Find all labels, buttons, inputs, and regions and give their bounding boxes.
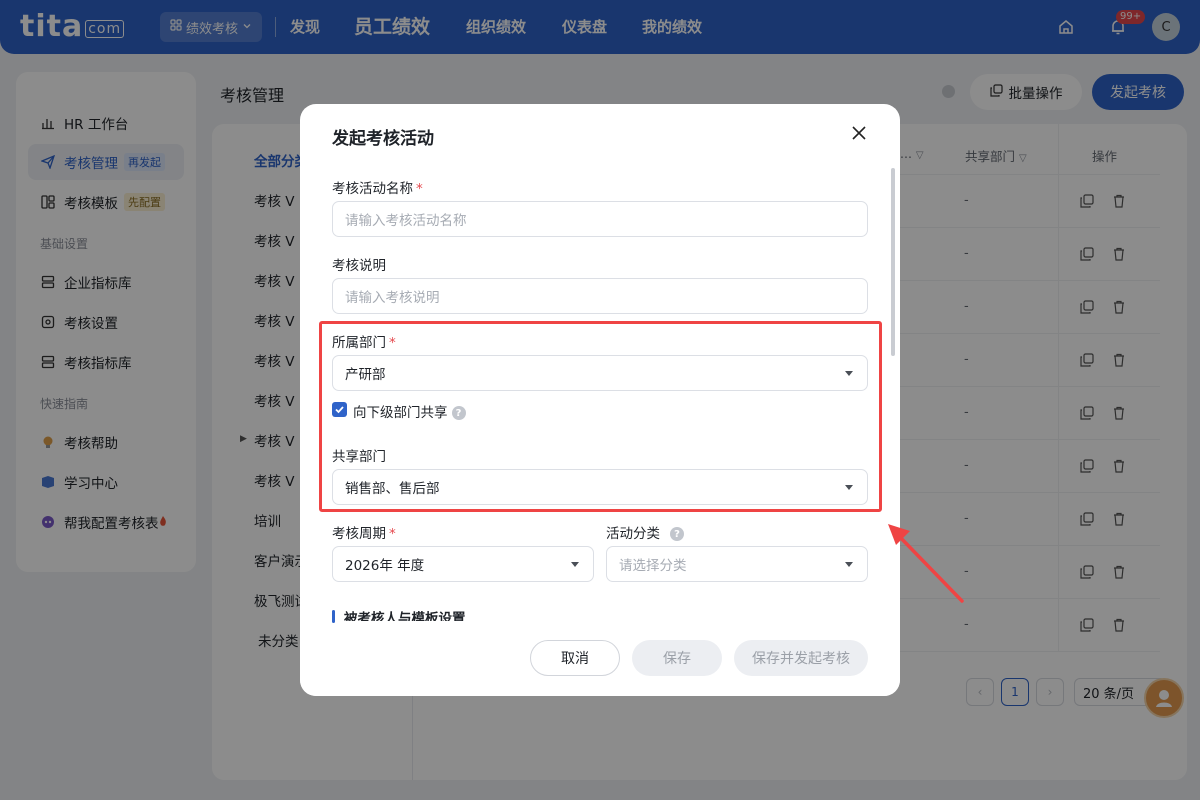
question-icon: ? — [670, 527, 684, 541]
category-label: 活动分类? — [606, 522, 684, 542]
dialog-scrollbar[interactable] — [891, 168, 895, 356]
caret-down-icon — [845, 562, 853, 567]
caret-down-icon — [571, 562, 579, 567]
cycle-select[interactable]: 2026年 年度 — [332, 546, 594, 582]
section-title: 被考核人与模板设置 — [344, 611, 466, 621]
activity-name-label: 考核活动名称 * — [332, 181, 423, 197]
annotation-arrow-icon — [880, 515, 970, 611]
highlight-box — [319, 321, 882, 512]
close-icon[interactable] — [848, 122, 870, 144]
description-label: 考核说明 — [332, 258, 386, 274]
cancel-button[interactable]: 取消 — [530, 640, 620, 676]
cycle-label: 考核周期 * — [332, 526, 396, 542]
section-accent-bar — [332, 610, 335, 623]
description-input[interactable]: 请输入考核说明 — [332, 278, 868, 314]
save-button[interactable]: 保存 — [632, 640, 722, 676]
save-and-start-button[interactable]: 保存并发起考核 — [734, 640, 868, 676]
dialog-title: 发起考核活动 — [332, 129, 434, 149]
activity-name-input[interactable]: 请输入考核活动名称 — [332, 201, 868, 237]
category-select[interactable]: 请选择分类 — [606, 546, 868, 582]
